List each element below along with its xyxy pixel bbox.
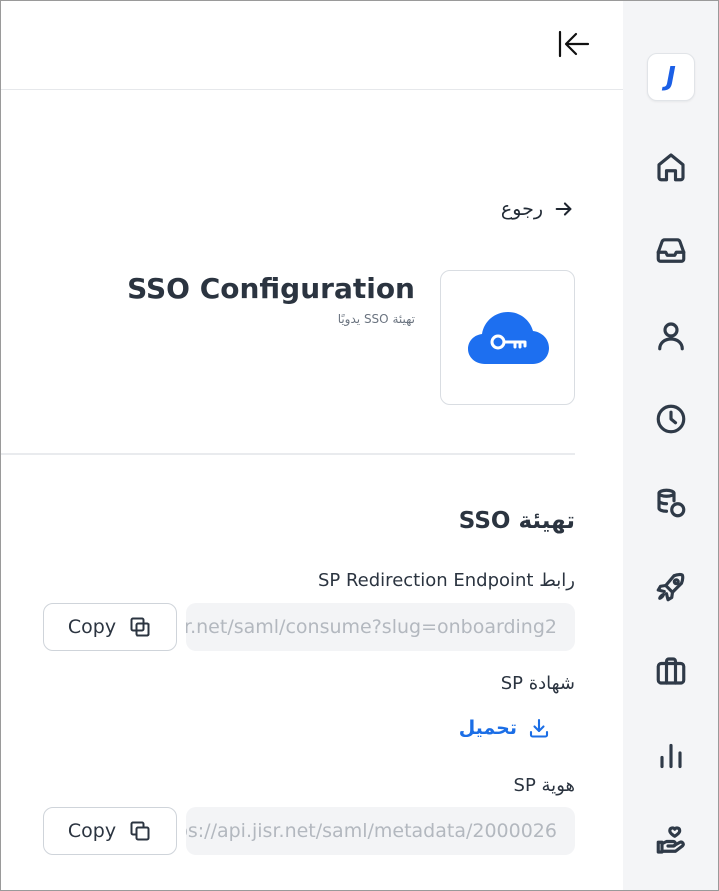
inbox-icon bbox=[656, 238, 686, 263]
sidebar-item-home[interactable] bbox=[652, 148, 690, 186]
sidebar-item-payroll[interactable] bbox=[652, 484, 690, 522]
collapse-sidebar-button[interactable] bbox=[556, 28, 592, 60]
briefcase-icon bbox=[656, 657, 686, 685]
page-subtitle: تهيئة SSO يدويًا bbox=[337, 312, 415, 326]
copy-sp-entity-id-button[interactable]: Copy bbox=[43, 807, 177, 855]
sso-app-tile bbox=[440, 270, 575, 405]
sp-certificate-label: شهادة SP bbox=[500, 673, 575, 694]
redirect-endpoint-label: رابط SP Redirection Endpoint bbox=[317, 570, 575, 591]
back-link[interactable]: رجوع bbox=[501, 196, 575, 222]
logo-letter: J bbox=[666, 62, 676, 92]
sp-entity-id-field[interactable]: https://api.jisr.net/saml/metadata/20000… bbox=[186, 807, 575, 855]
arrow-left-to-line-icon bbox=[558, 30, 590, 58]
copy-label: Copy bbox=[67, 820, 117, 842]
redirect-endpoint-value: https://api.jisr.net/saml/consume?slug=o… bbox=[186, 616, 557, 638]
sidebar-item-benefits[interactable] bbox=[652, 821, 690, 859]
page-title: SSO Configuration bbox=[127, 272, 415, 305]
sidebar-item-inbox[interactable] bbox=[652, 231, 690, 269]
copy-icon bbox=[130, 821, 150, 841]
sidebar: J bbox=[623, 1, 718, 890]
header-divider bbox=[1, 89, 623, 90]
rocket-icon bbox=[656, 572, 685, 602]
section-divider bbox=[1, 453, 575, 455]
download-icon bbox=[529, 718, 549, 738]
coins-icon bbox=[657, 488, 686, 518]
copy-icon bbox=[130, 617, 150, 637]
sidebar-item-attendance[interactable] bbox=[652, 400, 690, 438]
user-icon bbox=[658, 322, 684, 351]
redirect-endpoint-field[interactable]: https://api.jisr.net/saml/consume?slug=o… bbox=[186, 603, 575, 651]
app-logo[interactable]: J bbox=[647, 53, 695, 101]
cloud-key-icon bbox=[467, 311, 549, 364]
home-icon bbox=[657, 153, 685, 182]
back-label: رجوع bbox=[500, 198, 543, 220]
copy-label: Copy bbox=[67, 616, 117, 638]
bar-chart-icon bbox=[660, 743, 682, 769]
sidebar-item-onboarding[interactable] bbox=[652, 568, 690, 606]
section-title: تهيئة SSO bbox=[458, 508, 575, 534]
sp-entity-id-label: هوية SP bbox=[513, 775, 575, 796]
download-label: تحميل bbox=[458, 717, 517, 739]
sidebar-item-jobs[interactable] bbox=[652, 652, 690, 690]
copy-redirect-endpoint-button[interactable]: Copy bbox=[43, 603, 177, 651]
sidebar-item-reports[interactable] bbox=[652, 737, 690, 775]
sp-entity-id-value: https://api.jisr.net/saml/metadata/20000… bbox=[186, 820, 557, 842]
clock-icon bbox=[656, 404, 686, 434]
hand-heart-icon bbox=[656, 826, 685, 854]
arrow-right-icon bbox=[555, 202, 572, 216]
window-frame bbox=[0, 0, 719, 891]
sidebar-item-profile[interactable] bbox=[652, 317, 690, 355]
download-certificate-link[interactable]: تحميل bbox=[459, 716, 551, 740]
